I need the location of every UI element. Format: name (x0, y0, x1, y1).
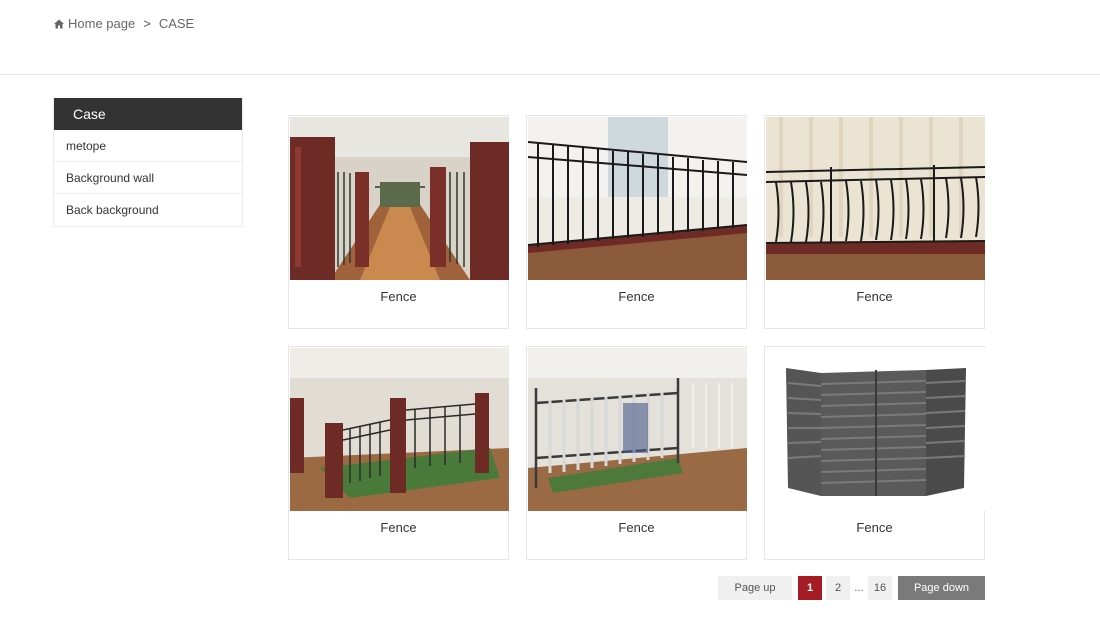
home-icon (54, 19, 64, 28)
breadcrumb: Home page > CASE (54, 16, 194, 31)
product-card[interactable]: Fence (288, 346, 509, 560)
sidebar-title: Case (54, 98, 242, 130)
louver-cover-image (766, 348, 985, 511)
product-caption[interactable]: Fence (765, 520, 984, 535)
sidebar-item-background-wall[interactable]: Background wall (54, 162, 242, 194)
page-up-button[interactable]: Page up (718, 576, 792, 600)
page-2-button[interactable]: 2 (826, 576, 850, 600)
page-16-button[interactable]: 16 (868, 576, 892, 600)
product-card[interactable]: Fence (764, 115, 985, 329)
product-caption[interactable]: Fence (765, 289, 984, 304)
product-image[interactable] (290, 117, 509, 280)
wavy-railing-image (766, 117, 985, 280)
product-image[interactable] (290, 348, 509, 511)
sidebar-item-back-background[interactable]: Back background (54, 194, 242, 226)
product-caption[interactable]: Fence (289, 289, 508, 304)
header-divider (0, 74, 1100, 75)
marble-pillar-fence-image (290, 117, 509, 280)
marble-enclosure-image (290, 348, 509, 511)
pagination: Page up 1 2 ... 16 Page down (718, 576, 985, 600)
product-caption[interactable]: Fence (289, 520, 508, 535)
product-caption[interactable]: Fence (527, 289, 746, 304)
product-card[interactable]: Fence (764, 346, 985, 560)
product-caption[interactable]: Fence (527, 520, 746, 535)
product-image[interactable] (528, 117, 747, 280)
black-railing-image (528, 117, 747, 280)
page-down-button[interactable]: Page down (898, 576, 985, 600)
product-image[interactable] (766, 117, 985, 280)
pagination-ellipsis: ... (854, 582, 864, 594)
product-card[interactable]: Fence (526, 115, 747, 329)
gray-fence-showroom-image (528, 348, 747, 511)
breadcrumb-home-link[interactable]: Home page (68, 16, 135, 31)
product-image[interactable] (766, 348, 985, 511)
sidebar-item-metope[interactable]: metope (54, 130, 242, 162)
product-card[interactable]: Fence (288, 115, 509, 329)
page-1-button[interactable]: 1 (798, 576, 822, 600)
product-image[interactable] (528, 348, 747, 511)
breadcrumb-separator: > (143, 16, 151, 31)
product-card[interactable]: Fence (526, 346, 747, 560)
sidebar: Case metope Background wall Back backgro… (53, 98, 243, 227)
breadcrumb-current: CASE (158, 16, 195, 31)
